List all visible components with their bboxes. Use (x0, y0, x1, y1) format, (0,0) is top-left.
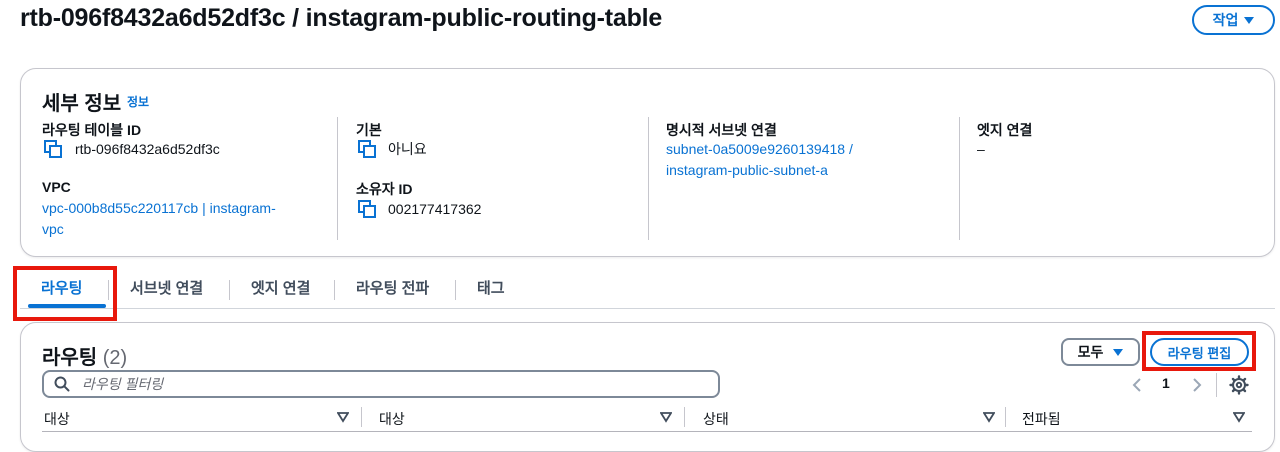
chevron-left-icon[interactable] (1131, 377, 1143, 393)
tab-divider (334, 280, 335, 300)
sort-icon[interactable] (337, 411, 349, 423)
route-filter-box[interactable] (42, 370, 720, 398)
route-filter-input[interactable] (80, 375, 680, 393)
sort-icon[interactable] (983, 411, 995, 423)
explicit-subnet-label: 명시적 서브넷 연결 (666, 122, 777, 138)
column-header-status[interactable]: 상태 (703, 409, 729, 429)
owner-id-value: 002177417362 (388, 201, 482, 217)
column-header-target[interactable]: 대상 (379, 409, 405, 429)
column-divider[interactable] (684, 407, 685, 427)
column-divider (959, 117, 960, 240)
caret-down-icon (1244, 16, 1255, 24)
copy-icon[interactable] (44, 140, 62, 158)
info-link[interactable]: 정보 (127, 93, 149, 110)
column-header-propagated[interactable]: 전파됨 (1022, 409, 1061, 429)
edge-association-label: 엣지 연결 (977, 122, 1033, 138)
sort-icon[interactable] (660, 411, 672, 423)
tab-subnet-associations[interactable]: 서브넷 연결 (130, 277, 203, 298)
vpc-link[interactable]: vpc-000b8d55c220117cb | instagram- (42, 198, 276, 218)
edge-association-value: – (977, 141, 985, 157)
column-divider (337, 117, 338, 240)
pager-divider (1216, 373, 1217, 397)
filter-select-value: 모두 (1077, 344, 1104, 360)
tab-route-propagation[interactable]: 라우팅 전파 (356, 277, 429, 298)
settings-icon[interactable] (1229, 375, 1249, 395)
routes-count: (2) (102, 347, 128, 369)
column-header-destination[interactable]: 대상 (44, 409, 70, 429)
chevron-right-icon[interactable] (1191, 377, 1203, 393)
copy-icon[interactable] (358, 200, 376, 218)
copy-icon[interactable] (358, 140, 376, 158)
explicit-subnet-link[interactable]: subnet-0a5009e9260139418 / (666, 139, 853, 159)
column-divider[interactable] (1005, 407, 1006, 427)
filter-select[interactable]: 모두 (1061, 338, 1140, 366)
page-title: rtb-096f8432a6d52df3c / instagram-public… (20, 4, 663, 32)
column-divider[interactable] (361, 407, 362, 427)
tab-edge-associations[interactable]: 엣지 연결 (251, 277, 310, 298)
explicit-subnet-link-continued[interactable]: instagram-public-subnet-a (666, 160, 828, 180)
page-number[interactable]: 1 (1162, 375, 1170, 391)
vpc-label: VPC (42, 179, 71, 195)
main-label: 기본 (356, 122, 382, 138)
route-table-id-label: 라우팅 테이블 ID (42, 122, 142, 138)
routes-title-text: 라우팅 (42, 347, 98, 369)
details-title: 세부 정보 (42, 93, 122, 115)
search-icon (54, 376, 70, 392)
sort-icon[interactable] (1233, 411, 1245, 423)
tabs-divider (20, 308, 1275, 309)
vpc-link-continued[interactable]: vpc (42, 219, 64, 239)
tab-divider (108, 280, 109, 300)
routes-title: 라우팅 (2) (42, 341, 127, 370)
tab-tags[interactable]: 태그 (477, 277, 505, 298)
main-value: 아니요 (388, 141, 427, 157)
caret-down-icon (1113, 348, 1124, 356)
tab-divider (229, 280, 230, 300)
actions-button[interactable]: 작업 (1192, 5, 1275, 35)
column-divider (648, 117, 649, 240)
highlight-box-tab (13, 266, 117, 321)
table-header-divider (42, 431, 1252, 432)
tab-divider (455, 280, 456, 300)
owner-id-label: 소유자 ID (356, 181, 413, 197)
route-table-id-value: rtb-096f8432a6d52df3c (75, 141, 220, 157)
actions-label: 작업 (1212, 12, 1239, 28)
highlight-box-edit (1142, 331, 1256, 371)
